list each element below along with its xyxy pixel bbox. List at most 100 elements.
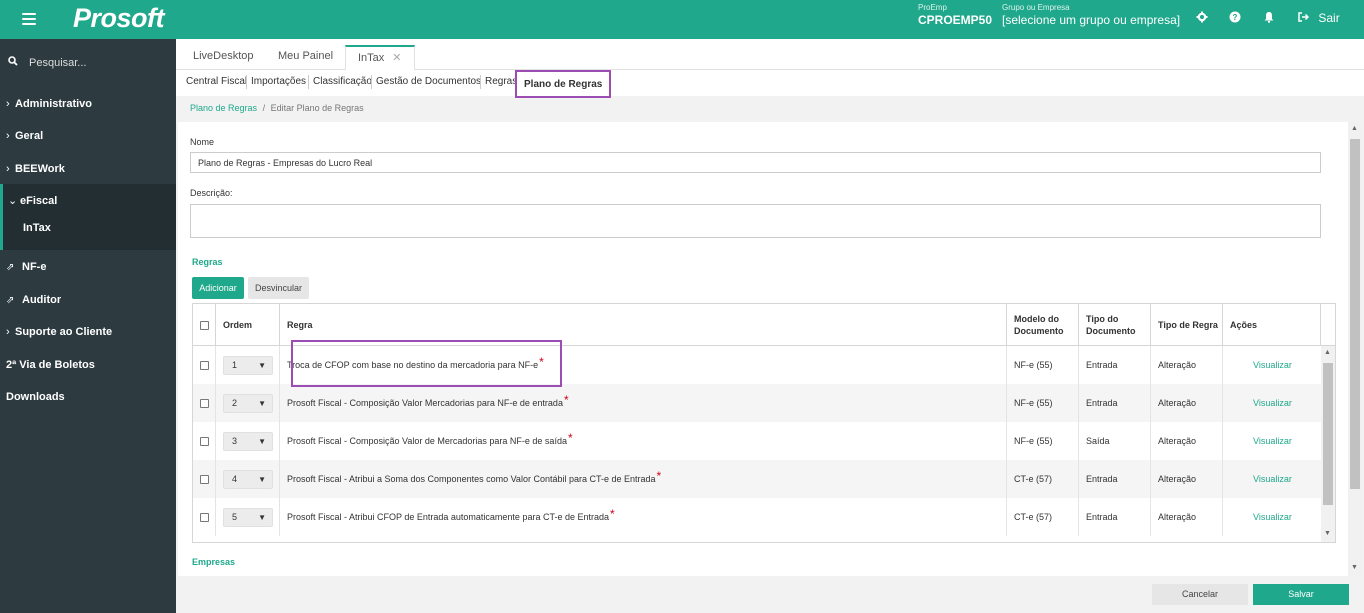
- visualizar-link[interactable]: Visualizar: [1253, 512, 1292, 522]
- grupo-selector[interactable]: Grupo ou Empresa [selecione um grupo ou …: [1002, 3, 1180, 27]
- bell-icon[interactable]: [1261, 11, 1277, 27]
- row-checkbox[interactable]: [200, 360, 209, 370]
- sidebar-item-geral[interactable]: › Geral: [0, 120, 176, 152]
- sidebar-item-boletos[interactable]: 2ª Via de Boletos: [0, 349, 176, 381]
- header-regra[interactable]: Regra: [280, 304, 1007, 346]
- ordem-select[interactable]: 5 ▼: [223, 507, 273, 527]
- sidebar-item-label: Downloads: [6, 391, 65, 403]
- modelo-cell: CT-e (57): [1007, 460, 1079, 498]
- logout-button[interactable]: Sair: [1298, 11, 1340, 25]
- descricao-label: Descrição:: [190, 188, 233, 198]
- ordem-select[interactable]: 2 ▼: [223, 393, 273, 413]
- sidebar-item-beework[interactable]: › BEEWork: [0, 153, 176, 185]
- header-ordem[interactable]: Ordem: [216, 304, 280, 346]
- visualizar-link[interactable]: Visualizar: [1253, 474, 1292, 484]
- scroll-up-icon[interactable]: ▲: [1324, 349, 1331, 356]
- tab-intax[interactable]: InTax ✕: [345, 45, 415, 71]
- logout-icon: [1298, 11, 1312, 25]
- ordem-value: 5: [232, 511, 238, 522]
- table-row[interactable]: 2 ▼ Prosoft Fiscal - Composição Valor Merc…: [193, 384, 1321, 422]
- required-marker: *: [656, 469, 662, 483]
- sidebar-item-administrativo[interactable]: › Administrativo: [0, 88, 176, 120]
- desvincular-button[interactable]: Desvincular: [248, 277, 309, 299]
- header-modelo[interactable]: Modelo do Documento: [1007, 304, 1079, 346]
- chevron-right-icon: ›: [6, 98, 10, 110]
- visualizar-link[interactable]: Visualizar: [1253, 436, 1292, 446]
- chevron-right-icon: ›: [6, 163, 10, 175]
- search-input[interactable]: [22, 53, 170, 73]
- salvar-button[interactable]: Salvar: [1253, 584, 1349, 605]
- regra-text: Prosoft Fiscal - Composição Valor de Mer…: [287, 436, 567, 446]
- sidebar-item-efiscal[interactable]: ⌄ eFiscal: [8, 194, 57, 207]
- form-panel: Nome Descrição: Regras Adicionar Desvinc…: [178, 122, 1348, 576]
- ordem-value: 1: [232, 359, 238, 370]
- table-row[interactable]: 1 ▼ Troca de CFOP com base no destino da m…: [193, 346, 1321, 384]
- ordem-select[interactable]: 4 ▼: [223, 469, 273, 489]
- sidebar-item-label: eFiscal: [20, 195, 58, 207]
- sidebar-item-intax[interactable]: InTax: [23, 222, 51, 234]
- scroll-down-icon[interactable]: ▼: [1324, 530, 1331, 537]
- subnav-central-fiscal[interactable]: Central Fiscal: [186, 76, 247, 87]
- header-tipo-documento[interactable]: Tipo do Documento: [1079, 304, 1151, 346]
- table-scrollbar[interactable]: ▲ ▼: [1321, 346, 1335, 542]
- sidebar-item-nfe[interactable]: ⇗ NF-e: [0, 251, 176, 283]
- sidebar-item-auditor[interactable]: ⇗ Auditor: [0, 284, 176, 316]
- dropdown-arrow-icon: ▼: [258, 512, 266, 522]
- acoes-cell: Visualizar: [1223, 384, 1321, 422]
- proemp-selector[interactable]: ProEmp CPROEMP50: [918, 3, 992, 27]
- menu-icon[interactable]: [22, 13, 36, 25]
- close-icon[interactable]: ✕: [392, 52, 401, 64]
- scroll-up-icon[interactable]: ▲: [1351, 125, 1358, 132]
- page-scrollbar[interactable]: ▲ ▼: [1348, 122, 1362, 576]
- row-checkbox[interactable]: [200, 512, 209, 522]
- external-link-icon: ⇗: [6, 295, 15, 306]
- sidebar-item-suporte[interactable]: › Suporte ao Cliente: [0, 316, 176, 348]
- help-icon[interactable]: ?: [1227, 11, 1243, 27]
- header-acoes: Ações: [1223, 304, 1321, 346]
- select-all-checkbox[interactable]: [200, 320, 209, 330]
- row-checkbox[interactable]: [200, 474, 209, 484]
- prosoft-logo[interactable]: Prosoft: [73, 3, 165, 34]
- header-tipo-regra[interactable]: Tipo de Regra: [1151, 304, 1223, 346]
- header-tipo-doc-line1: Tipo do: [1086, 314, 1119, 324]
- header-modelo-line2: Documento: [1014, 326, 1064, 336]
- table-row[interactable]: 4 ▼ Prosoft Fiscal - Atribui a Soma dos Co…: [193, 460, 1321, 498]
- acoes-cell: Visualizar: [1223, 422, 1321, 460]
- descricao-textarea[interactable]: [190, 204, 1321, 238]
- svg-text:?: ?: [1233, 13, 1238, 22]
- scroll-thumb[interactable]: [1323, 363, 1333, 505]
- tab-livedesktop[interactable]: LiveDesktop: [181, 45, 266, 70]
- cancelar-button[interactable]: Cancelar: [1152, 584, 1248, 605]
- table-row[interactable]: 3 ▼ Prosoft Fiscal - Composição Valor de M…: [193, 422, 1321, 460]
- dropdown-arrow-icon: ▼: [258, 436, 266, 446]
- nome-input[interactable]: [190, 152, 1321, 173]
- regra-text: Prosoft Fiscal - Atribui a Soma dos Comp…: [287, 474, 656, 484]
- scroll-down-icon[interactable]: ▼: [1351, 564, 1358, 571]
- subnav-importacoes[interactable]: Importações: [251, 76, 306, 87]
- tab-meu-painel[interactable]: Meu Painel: [266, 45, 345, 70]
- adicionar-button[interactable]: Adicionar: [192, 277, 244, 299]
- row-checkbox[interactable]: [200, 398, 209, 408]
- required-marker: *: [563, 393, 569, 407]
- row-checkbox[interactable]: [200, 436, 209, 446]
- subnav-regras[interactable]: Regras: [485, 76, 517, 87]
- regra-text: Prosoft Fiscal - Atribui CFOP de Entrada…: [287, 512, 609, 522]
- subnav-gestao-documentos[interactable]: Gestão de Documentos: [376, 76, 481, 87]
- subnav-classificacao[interactable]: Classificação: [313, 76, 372, 87]
- sidebar-item-label: BEEWork: [15, 163, 65, 175]
- sidebar-search[interactable]: [0, 47, 176, 79]
- subnav-plano-de-regras[interactable]: Plano de Regras: [515, 70, 612, 98]
- tab-label: InTax: [358, 52, 385, 64]
- tipo-regra-cell: Alteração: [1151, 460, 1223, 498]
- ordem-value: 4: [232, 473, 238, 484]
- visualizar-link[interactable]: Visualizar: [1253, 398, 1292, 408]
- ordem-select[interactable]: 3 ▼: [223, 431, 273, 451]
- ordem-select[interactable]: 1 ▼: [223, 355, 273, 375]
- scroll-thumb[interactable]: [1350, 139, 1360, 489]
- visualizar-link[interactable]: Visualizar: [1253, 360, 1292, 370]
- sidebar-item-label: Administrativo: [15, 98, 93, 110]
- sidebar-item-downloads[interactable]: Downloads: [0, 381, 176, 413]
- breadcrumb-link[interactable]: Plano de Regras: [190, 103, 257, 113]
- gear-icon[interactable]: [1194, 11, 1210, 27]
- table-row[interactable]: 5 ▼ Prosoft Fiscal - Atribui CFOP de Entra…: [193, 498, 1321, 536]
